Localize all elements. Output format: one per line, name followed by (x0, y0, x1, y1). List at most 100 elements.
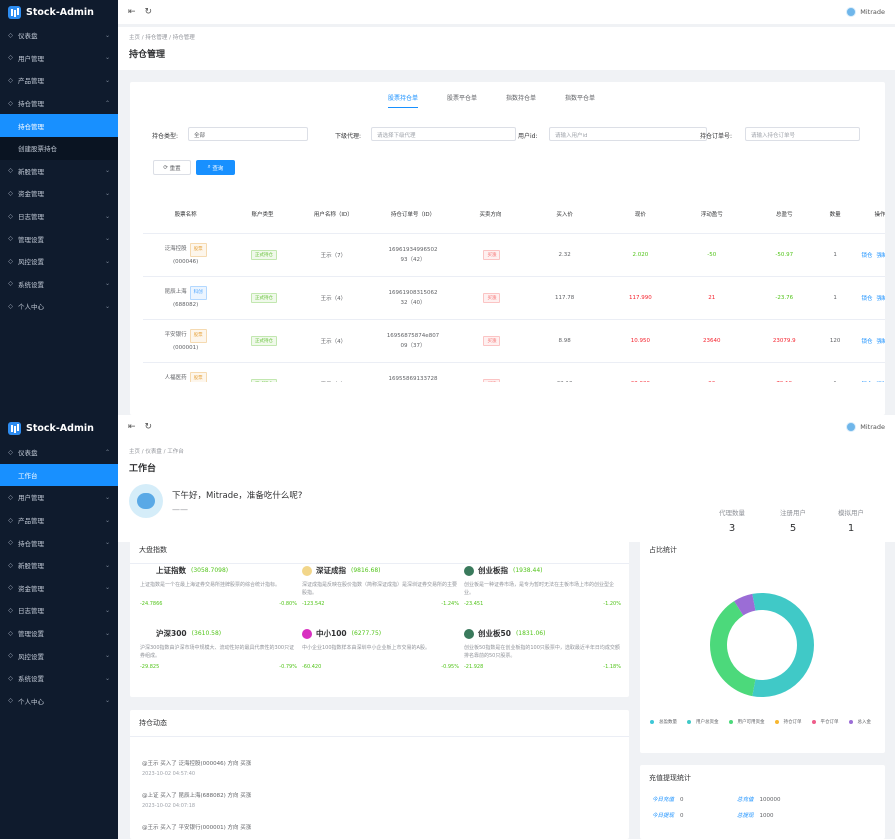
chevron-icon: ⌄ (104, 674, 110, 682)
search-button[interactable]: ⌕ 查询 (196, 160, 235, 175)
sidebar-item-8[interactable]: ◇ 管理设置 ⌄ (0, 622, 118, 645)
index-tile[interactable]: 沪深300 (3610.58) 沪深300指数由沪深市场中规模大、流动性好的最具代表… (140, 628, 297, 686)
order-label: 持仓订单号: (700, 133, 733, 140)
lock-button[interactable]: 锁仓 (861, 253, 872, 259)
sidebar-item-10[interactable]: ◇ 系统设置 ⌄ (0, 667, 118, 690)
lock-button[interactable]: 锁仓 (861, 382, 872, 383)
menu-toggle-icon[interactable]: ⇤ (128, 422, 136, 432)
reset-button[interactable]: ⟳ 重置 (153, 160, 191, 175)
app-logo[interactable]: Stock-Admin (0, 0, 118, 24)
sidebar-item-6[interactable]: ◇ 新股管理 ⌄ (0, 160, 118, 183)
logo-icon (8, 421, 21, 435)
sidebar-item-12[interactable]: ◇ 个人中心 ⌄ (0, 295, 118, 318)
index-change-percent: -0.80% (279, 601, 297, 607)
ipo-icon: ◇ (8, 561, 13, 569)
dynamics-item: @王示 买入了 泛海控股(000046) 方向 买涨 2023-10-02 04:… (130, 753, 629, 785)
legend-item[interactable]: 平仓订单 (811, 719, 844, 725)
avatar (129, 484, 163, 518)
donut-slice-2[interactable] (710, 601, 756, 697)
positions-table: 股票名称 账户类型 用户名称（ID） 持仓订单号（ID） 买卖方向 买入价 现价 浮动盈亏 总盈… (143, 195, 885, 382)
refresh-icon[interactable]: ↻ (145, 422, 153, 432)
buy-price-cell: 8.98 (524, 319, 605, 363)
sidebar-item-0[interactable]: ◇ 仪表盘 ⌄ (0, 24, 118, 47)
sidebar-item-10[interactable]: ◇ 风控设置 ⌄ (0, 250, 118, 273)
sidebar-item-label: 新股管理 (18, 562, 44, 571)
index-tile[interactable]: 上证指数 (3058.7098) 上证指数是一个在最上海证券交易所挂牌股票的综合统计… (140, 565, 297, 623)
sidebar-item-7[interactable]: ◇ 日志管理 ⌄ (0, 599, 118, 622)
legend-dot-icon (774, 720, 779, 724)
legend-item[interactable]: 用户可用资金 (728, 719, 770, 725)
sidebar-item-9[interactable]: ◇ 管理设置 ⌄ (0, 227, 118, 250)
column-header: 浮动盈亏 (676, 195, 748, 234)
stock-name-cell: 昆辰上海 科创 (688082) (143, 276, 229, 320)
donut-slice-1[interactable] (752, 593, 814, 697)
sidebar-item-4[interactable]: ◇ 持仓管理 ⌄ (0, 531, 118, 554)
sidebar-item-label: 仪表盘 (18, 449, 38, 458)
direction-cell: 买涨 (456, 233, 525, 277)
user-menu[interactable]: Mitrade (846, 422, 885, 432)
floating-pnl-cell: 92 (676, 362, 748, 382)
index-change: -123.542 (302, 601, 325, 607)
order-number: 16961908315062 (388, 289, 438, 296)
ratio-donut-chart (710, 593, 814, 697)
app-logo[interactable]: Stock-Admin (0, 415, 118, 441)
legend-item[interactable]: 总盈数量 (650, 719, 682, 725)
force-close-button[interactable]: 强制平仓 (876, 339, 885, 345)
sidebar-item-8[interactable]: ◇ 日志管理 ⌄ (0, 205, 118, 228)
order-input[interactable]: 请输入持仓订单号 (745, 127, 860, 141)
sidebar-item-7[interactable]: ◇ 资金管理 ⌄ (0, 182, 118, 205)
sidebar-item-1[interactable]: 工作台 (0, 463, 118, 487)
lock-button[interactable]: 锁仓 (861, 296, 872, 302)
sidebar-item-3[interactable]: ◇ 持仓管理 ⌃ (0, 92, 118, 115)
lock-button[interactable]: 锁仓 (861, 339, 872, 345)
account-type-cell: 正式持仓 (228, 362, 297, 382)
agent-select[interactable]: 请选择下级代理 (371, 127, 516, 141)
uid-input[interactable]: 请输入用户id (549, 127, 707, 141)
tab-index-positions[interactable]: 指数持仓单 (506, 93, 536, 108)
tab-stock-positions[interactable]: 股票持仓单 (388, 93, 419, 108)
tab-index-closed[interactable]: 指数平仓单 (565, 93, 595, 108)
force-close-button[interactable]: 强制平仓 (876, 253, 885, 259)
sidebar-item-2[interactable]: ◇ 产品管理 ⌄ (0, 69, 118, 92)
stock-type-badge: 股票 (189, 242, 207, 257)
ratio-legend: 总盈数量 用户总资金 用户可用资金 持仓订单 平仓订单 总入金 (650, 719, 881, 725)
legend-item[interactable]: 总入金 (848, 719, 877, 725)
user-menu[interactable]: Mitrade (846, 7, 885, 17)
sidebar-item-9[interactable]: ◇ 风控设置 ⌄ (0, 644, 118, 667)
sidebar-item-5[interactable]: 创建股票持仓 (0, 136, 118, 160)
index-tile[interactable]: 创业板指 (1938.44) 创业板是一种证券市场，是专为暂时无法在主板市场上市的创… (464, 565, 621, 623)
settings-icon: ◇ (8, 280, 13, 288)
current-price-cell: 2.020 (604, 233, 677, 277)
sidebar-item-0[interactable]: ◇ 仪表盘 ⌃ (0, 441, 118, 464)
sidebar-item-11[interactable]: ◇ 个人中心 ⌄ (0, 690, 118, 713)
legend-item[interactable]: 用户总资金 (687, 719, 724, 725)
sidebar-item-1[interactable]: ◇ 用户管理 ⌄ (0, 47, 118, 70)
sidebar-item-11[interactable]: ◇ 系统设置 ⌄ (0, 273, 118, 296)
quantity-cell: 1 (821, 276, 849, 320)
sidebar-item-4[interactable]: 持仓管理 (0, 114, 118, 137)
chevron-icon: ⌄ (104, 189, 110, 197)
total-pnl-cell: 79.19 (747, 362, 822, 382)
menu-toggle-icon[interactable]: ⇤ (128, 7, 136, 17)
greeting-text: 下午好，Mitrade，准备吃什么呢? (172, 490, 303, 501)
sidebar-item-2[interactable]: ◇ 用户管理 ⌄ (0, 486, 118, 509)
index-tile[interactable]: 深证成指 (9816.68) 深证成指是反映在股价指数（简称深证成指）是深圳证券交易… (302, 565, 459, 623)
force-close-button[interactable]: 强制平仓 (876, 296, 885, 302)
sidebar-item-6[interactable]: ◇ 资金管理 ⌄ (0, 577, 118, 600)
column-header: 账户类型 (228, 195, 297, 234)
index-tile[interactable]: 创业板50 (1831.06) 创业板50指数是在创业板指的100只股票中，选取最近… (464, 628, 621, 686)
index-change: -60.420 (302, 664, 322, 670)
sidebar-item-5[interactable]: ◇ 新股管理 ⌄ (0, 554, 118, 577)
dashboard-icon: ◇ (8, 31, 13, 39)
force-close-button[interactable]: 强制平仓 (876, 382, 885, 383)
index-tile[interactable]: 中小100 (6277.75) 中小企业100指数样本由深圳中小企业板上市交易的A股… (302, 628, 459, 686)
tab-stock-closed[interactable]: 股票平仓单 (447, 93, 477, 108)
legend-item[interactable]: 持仓订单 (774, 719, 807, 725)
index-change-row: -60.420 -0.95% (302, 664, 459, 670)
type-select[interactable]: 全部 (188, 127, 308, 141)
sidebar-item-3[interactable]: ◇ 产品管理 ⌄ (0, 509, 118, 532)
dynamics-text: @王示 买入了 泛海控股(000046) 方向 买涨 (142, 761, 252, 767)
cash-label: 总提现 (737, 813, 754, 819)
actions-cell: 锁仓强制平仓 (848, 233, 885, 277)
refresh-icon[interactable]: ↻ (145, 7, 153, 17)
